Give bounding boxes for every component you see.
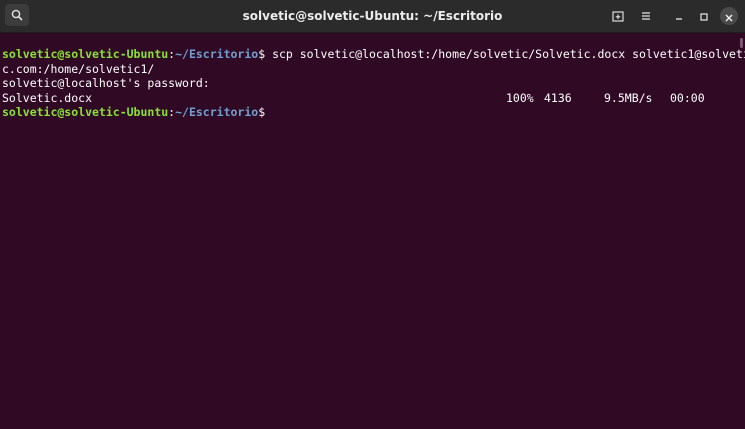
new-tab-button[interactable] — [609, 7, 627, 25]
prompt-user: solvetic@solvetic-Ubuntu — [2, 104, 169, 119]
terminal-output[interactable]: solvetic@solvetic-Ubuntu:~/Escritorio$ s… — [0, 33, 745, 429]
transfer-rate: 9.5MB/s — [604, 90, 653, 105]
minimize-button[interactable] — [670, 7, 688, 25]
maximize-icon — [699, 7, 709, 26]
hamburger-menu-icon — [640, 7, 652, 26]
prompt-symbol: $ — [258, 104, 266, 119]
transfer-size: 4136 — [544, 90, 572, 105]
command-line-wrap: c.com:/home/solvetic1/ — [2, 62, 745, 76]
terminal-window: solvetic@solvetic-Ubuntu: ~/Escritorio s… — [0, 0, 745, 429]
scrollbar[interactable] — [740, 38, 743, 48]
command-text-continued: c.com:/home/solvetic1/ — [2, 61, 155, 76]
close-icon — [725, 7, 733, 26]
password-prompt: solvetic@localhost's password: — [2, 76, 210, 91]
close-button[interactable] — [720, 7, 738, 25]
prompt-path: ~/Escritorio — [175, 104, 259, 119]
transfer-progress-line: Solvetic.docx 100% 4136 9.5MB/s 00:00 — [2, 91, 745, 105]
maximize-button[interactable] — [695, 7, 713, 25]
transfer-filename: Solvetic.docx — [2, 90, 93, 105]
prompt-path: ~/Escritorio — [175, 47, 259, 62]
password-line: solvetic@localhost's password: — [2, 76, 745, 90]
current-prompt-line: solvetic@solvetic-Ubuntu:~/Escritorio$ — [2, 105, 745, 119]
command-line: solvetic@solvetic-Ubuntu:~/Escritorio$ s… — [2, 47, 745, 61]
menu-button[interactable] — [637, 7, 655, 25]
new-tab-icon — [612, 7, 624, 26]
transfer-percent: 100% — [506, 90, 534, 105]
transfer-time: 00:00 — [670, 90, 705, 105]
window-title: solvetic@solvetic-Ubuntu: ~/Escritorio — [242, 9, 503, 23]
title-bar[interactable]: solvetic@solvetic-Ubuntu: ~/Escritorio — [0, 0, 745, 33]
command-text: scp solvetic@localhost:/home/solvetic/So… — [265, 47, 745, 62]
prompt-user: solvetic@solvetic-Ubuntu — [2, 47, 169, 62]
minimize-icon — [674, 7, 684, 26]
